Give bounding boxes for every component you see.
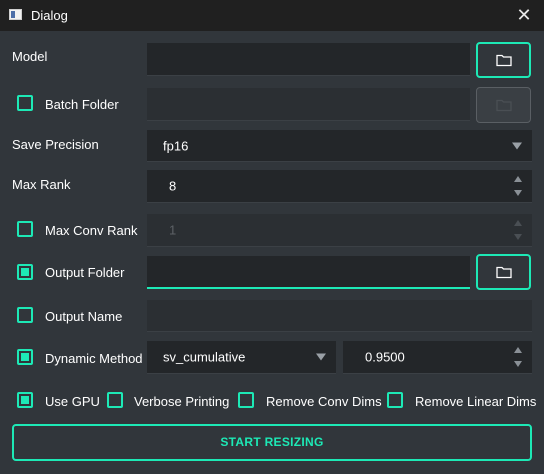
remove-conv-dims-label: Remove Conv Dims	[266, 394, 382, 409]
model-input[interactable]	[147, 43, 470, 76]
folder-icon	[495, 99, 512, 112]
remove-conv-dims-checkbox[interactable]	[238, 392, 254, 408]
save-precision-label: Save Precision	[12, 137, 99, 152]
start-resizing-button[interactable]: START RESIZING	[12, 424, 532, 461]
batch-folder-input[interactable]	[147, 88, 470, 121]
output-name-input[interactable]	[147, 300, 532, 332]
spin-up-icon[interactable]	[514, 220, 522, 226]
chevron-down-icon	[512, 142, 522, 149]
spin-down-icon[interactable]	[514, 234, 522, 240]
output-name-checkbox[interactable]	[17, 307, 33, 323]
chevron-down-icon	[316, 353, 326, 361]
window-titlebar: Dialog ✕	[0, 0, 544, 31]
output-folder-browse-button[interactable]	[476, 254, 531, 290]
max-rank-value: 8	[169, 178, 177, 194]
dynamic-method-selected: sv_cumulative	[163, 349, 246, 365]
batch-folder-browse-button[interactable]	[476, 87, 531, 123]
verbose-printing-checkbox[interactable]	[107, 392, 123, 408]
save-precision-select[interactable]: fp16	[147, 130, 532, 162]
batch-folder-label: Batch Folder	[45, 97, 119, 112]
model-label: Model	[12, 49, 48, 64]
output-folder-input[interactable]	[147, 256, 470, 289]
folder-icon	[495, 266, 512, 279]
max-conv-rank-value: 1	[169, 222, 177, 238]
max-conv-rank-label: Max Conv Rank	[45, 223, 138, 238]
output-name-label: Output Name	[45, 309, 123, 324]
output-folder-checkbox[interactable]	[17, 264, 33, 280]
dynamic-method-label: Dynamic Method	[45, 351, 143, 366]
verbose-printing-label: Verbose Printing	[134, 394, 230, 409]
spin-down-icon[interactable]	[514, 361, 522, 367]
dynamic-method-checkbox[interactable]	[17, 349, 33, 365]
max-rank-spinbox[interactable]: 8	[147, 170, 532, 203]
output-folder-label: Output Folder	[45, 265, 125, 280]
save-precision-selected: fp16	[163, 138, 189, 153]
model-browse-button[interactable]	[476, 42, 531, 78]
app-icon	[9, 9, 22, 20]
max-rank-label: Max Rank	[12, 177, 71, 192]
remove-linear-dims-checkbox[interactable]	[387, 392, 403, 408]
dynamic-param-value: 0.9500	[365, 349, 405, 365]
dynamic-param-spinbox[interactable]: 0.9500	[343, 341, 532, 374]
remove-linear-dims-label: Remove Linear Dims	[415, 394, 537, 409]
spin-up-icon[interactable]	[514, 176, 522, 182]
dialog-content: Model Batch Folder Save Precision fp16 M…	[0, 31, 544, 474]
use-gpu-label: Use GPU	[45, 394, 100, 409]
window-title: Dialog	[31, 8, 68, 23]
spin-up-icon[interactable]	[514, 347, 522, 353]
spin-down-icon[interactable]	[514, 190, 522, 196]
max-conv-rank-spinbox[interactable]: 1	[147, 214, 532, 247]
use-gpu-checkbox[interactable]	[17, 392, 33, 408]
batch-folder-checkbox[interactable]	[17, 95, 33, 111]
folder-icon	[495, 54, 512, 67]
close-icon[interactable]: ✕	[512, 4, 536, 26]
dynamic-method-select[interactable]: sv_cumulative	[147, 341, 336, 374]
max-conv-rank-checkbox[interactable]	[17, 221, 33, 237]
